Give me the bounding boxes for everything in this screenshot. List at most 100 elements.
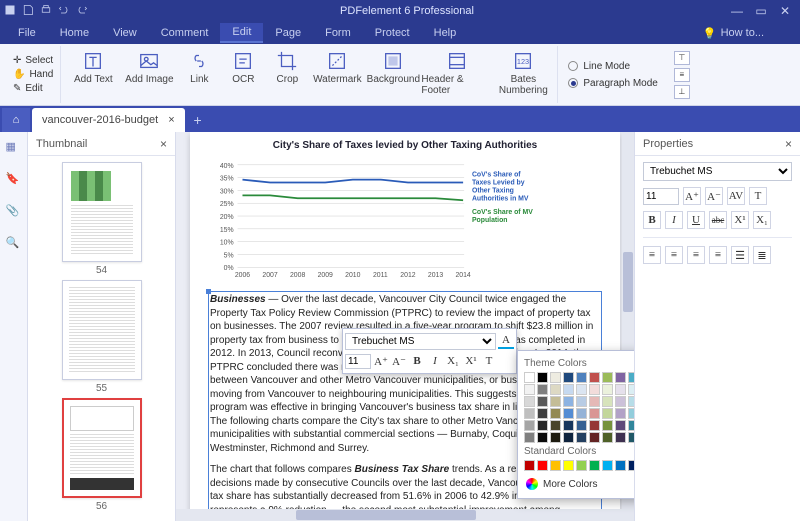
align-justify-icon[interactable]: ≡ xyxy=(709,246,727,264)
add-tab-button[interactable]: + xyxy=(185,108,211,132)
thumbnail-item[interactable]: 54 xyxy=(60,162,144,276)
superscript-icon[interactable]: X¹ xyxy=(463,353,479,369)
color-swatch[interactable] xyxy=(628,384,634,395)
maximize-button[interactable]: ▭ xyxy=(750,2,772,20)
color-swatch[interactable] xyxy=(576,396,587,407)
thumbnail-item[interactable]: 55 xyxy=(60,280,144,394)
font-color-icon[interactable]: A xyxy=(498,333,514,349)
bold-icon[interactable]: B xyxy=(409,353,425,369)
color-swatch[interactable] xyxy=(550,408,561,419)
color-swatch[interactable] xyxy=(537,408,548,419)
link-button[interactable]: Link xyxy=(177,48,221,87)
menu-edit[interactable]: Edit xyxy=(220,23,263,43)
how-to-search[interactable]: 💡 How to... xyxy=(703,27,764,40)
bold-icon[interactable]: B xyxy=(643,211,661,229)
subscript-icon[interactable]: X₁ xyxy=(753,211,771,229)
align-left-icon[interactable]: ≡ xyxy=(643,246,661,264)
color-swatch[interactable] xyxy=(589,384,600,395)
line-spacing-icon[interactable]: ☰ xyxy=(731,246,749,264)
float-size-input[interactable] xyxy=(345,354,371,369)
line-mode-radio[interactable]: Line Mode xyxy=(568,61,658,72)
save-icon[interactable] xyxy=(22,4,34,19)
subscript-icon[interactable]: X₁ xyxy=(445,353,461,369)
color-swatch[interactable] xyxy=(524,396,535,407)
menu-page[interactable]: Page xyxy=(263,24,313,42)
menu-file[interactable]: File xyxy=(6,24,48,42)
color-swatch[interactable] xyxy=(576,432,587,443)
home-tab[interactable]: ⌂ xyxy=(2,108,30,132)
color-swatch[interactable] xyxy=(615,396,626,407)
color-swatch[interactable] xyxy=(550,384,561,395)
color-swatch[interactable] xyxy=(563,460,574,471)
text-color-icon[interactable]: T xyxy=(481,353,497,369)
color-swatch[interactable] xyxy=(524,460,535,471)
color-swatch[interactable] xyxy=(615,372,626,383)
select-tool[interactable]: ✛Select xyxy=(10,54,56,67)
crop-button[interactable]: Crop xyxy=(265,48,309,87)
document-viewport[interactable]: City's Share of Taxes levied by Other Ta… xyxy=(176,132,634,521)
underline-icon[interactable]: U xyxy=(687,211,705,229)
attachment-panel-icon[interactable]: 📎 xyxy=(6,204,22,220)
color-swatch[interactable] xyxy=(550,372,561,383)
color-swatch[interactable] xyxy=(550,420,561,431)
color-swatch[interactable] xyxy=(537,432,548,443)
color-swatch[interactable] xyxy=(576,420,587,431)
grow-font-icon[interactable]: A⁺ xyxy=(373,353,389,369)
redo-icon[interactable] xyxy=(76,4,88,19)
color-swatch[interactable] xyxy=(628,420,634,431)
color-swatch[interactable] xyxy=(615,420,626,431)
color-swatch[interactable] xyxy=(628,460,634,471)
menu-view[interactable]: View xyxy=(101,24,149,42)
color-swatch[interactable] xyxy=(589,432,600,443)
text-color-icon[interactable]: T xyxy=(749,187,767,205)
close-panel-icon[interactable]: × xyxy=(160,137,167,151)
add-image-button[interactable]: Add Image xyxy=(121,48,177,87)
color-swatch[interactable] xyxy=(589,408,600,419)
color-swatch[interactable] xyxy=(563,384,574,395)
menu-form[interactable]: Form xyxy=(313,24,363,42)
color-swatch[interactable] xyxy=(602,396,613,407)
add-text-button[interactable]: Add Text xyxy=(65,48,121,87)
color-swatch[interactable] xyxy=(615,384,626,395)
color-swatch[interactable] xyxy=(537,372,548,383)
paragraph-mode-radio[interactable]: Paragraph Mode xyxy=(568,78,658,89)
background-button[interactable]: Background xyxy=(365,48,421,87)
menu-home[interactable]: Home xyxy=(48,24,101,42)
color-swatch[interactable] xyxy=(524,432,535,443)
color-swatch[interactable] xyxy=(563,420,574,431)
menu-help[interactable]: Help xyxy=(422,24,469,42)
more-colors-button[interactable]: More Colors xyxy=(524,476,634,492)
italic-icon[interactable]: I xyxy=(427,353,443,369)
color-swatch[interactable] xyxy=(615,460,626,471)
minimize-button[interactable]: — xyxy=(726,2,748,20)
color-swatch[interactable] xyxy=(576,460,587,471)
italic-icon[interactable]: I xyxy=(665,211,683,229)
color-swatch[interactable] xyxy=(628,432,634,443)
char-spacing-icon[interactable]: AV xyxy=(727,187,745,205)
color-swatch[interactable] xyxy=(589,372,600,383)
color-swatch[interactable] xyxy=(589,420,600,431)
menu-protect[interactable]: Protect xyxy=(363,24,422,42)
color-swatch[interactable] xyxy=(550,432,561,443)
color-swatch[interactable] xyxy=(589,460,600,471)
superscript-icon[interactable]: X¹ xyxy=(731,211,749,229)
grow-font-icon[interactable]: A⁺ xyxy=(683,187,701,205)
color-swatch[interactable] xyxy=(602,384,613,395)
color-swatch[interactable] xyxy=(524,408,535,419)
strikethrough-icon[interactable]: abc xyxy=(709,211,727,229)
color-swatch[interactable] xyxy=(524,420,535,431)
color-swatch[interactable] xyxy=(563,396,574,407)
align-center-icon[interactable]: ≡ xyxy=(665,246,683,264)
align-bottom-icon[interactable]: ⊥ xyxy=(674,85,690,99)
color-swatch[interactable] xyxy=(602,420,613,431)
color-swatch[interactable] xyxy=(537,460,548,471)
color-swatch[interactable] xyxy=(576,372,587,383)
horizontal-scrollbar[interactable] xyxy=(176,509,622,521)
color-swatch[interactable] xyxy=(524,384,535,395)
menu-comment[interactable]: Comment xyxy=(149,24,221,42)
float-font-select[interactable]: Trebuchet MS xyxy=(345,333,496,350)
color-swatch[interactable] xyxy=(563,408,574,419)
shrink-font-icon[interactable]: A⁻ xyxy=(391,353,407,369)
color-swatch[interactable] xyxy=(602,408,613,419)
edit-tool[interactable]: ✎Edit xyxy=(10,82,56,95)
